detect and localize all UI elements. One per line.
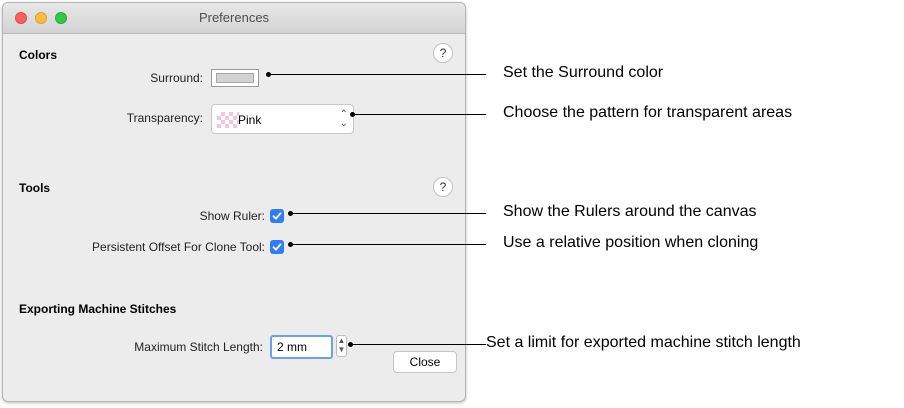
rulers-annotation: Show the Rulers around the canvas	[503, 203, 757, 220]
window-title: Preferences	[198, 10, 270, 25]
export-heading: Exporting Machine Stitches	[19, 302, 177, 316]
show-ruler-label: Show Ruler:	[199, 209, 265, 223]
surround-color-well[interactable]	[211, 69, 259, 87]
persistent-offset-label: Persistent Offset For Clone Tool:	[92, 240, 265, 254]
clone-leader-line	[290, 244, 486, 245]
max-stitch-label: Maximum Stitch Length:	[134, 340, 263, 354]
preferences-window: Preferences Colors ? Surround: Transpare…	[2, 2, 466, 402]
surround-annotation: Set the Surround color	[503, 64, 664, 81]
transparency-label: Transparency:	[126, 111, 203, 125]
tools-help-button[interactable]: ?	[433, 177, 453, 197]
colors-heading: Colors	[19, 48, 58, 62]
checkmark-icon	[272, 212, 282, 220]
tools-heading: Tools	[19, 181, 51, 195]
pink-checker-swatch	[217, 112, 239, 128]
surround-color-swatch	[216, 73, 254, 83]
rulers-leader-line	[290, 213, 486, 214]
stitch-leader-line	[350, 344, 486, 345]
transparency-leader-line	[352, 114, 486, 115]
checkmark-icon	[272, 243, 282, 251]
stepper-icon[interactable]: ▲ ▼	[336, 335, 347, 357]
stitch-annotation: Set a limit for exported machine stitch …	[486, 334, 801, 351]
colors-help-button[interactable]: ?	[433, 43, 453, 63]
transparency-value: Pink	[238, 113, 262, 127]
title-bar[interactable]: Preferences	[3, 3, 465, 34]
persistent-offset-checkbox[interactable]	[270, 240, 284, 254]
max-stitch-input[interactable]: 2 mm	[270, 335, 333, 359]
close-button[interactable]: Close	[393, 351, 457, 373]
transparency-annotation: Choose the pattern for transparent areas	[503, 104, 793, 121]
surround-leader-line	[268, 74, 486, 75]
surround-label: Surround:	[150, 71, 203, 85]
show-ruler-checkbox[interactable]	[270, 209, 284, 223]
clone-annotation: Use a relative position when cloning	[503, 234, 759, 251]
chevron-up-down-icon: ⌃ ⌄	[339, 109, 348, 129]
transparency-popup[interactable]: Pink ⌃ ⌄	[211, 104, 354, 134]
